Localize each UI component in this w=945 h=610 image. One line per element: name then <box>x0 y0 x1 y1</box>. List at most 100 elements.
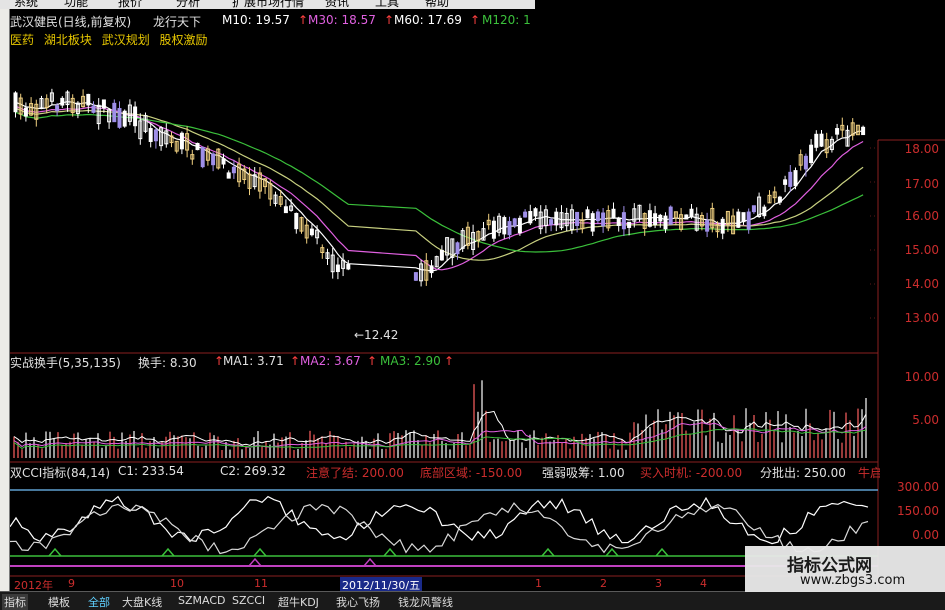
arrow-icon: ↑ <box>384 13 395 27</box>
candle-body <box>783 179 788 185</box>
tab-indicator[interactable]: 指标 <box>2 594 28 610</box>
candle-body <box>809 144 814 164</box>
menu-system[interactable]: 系统 <box>14 0 38 9</box>
candle-body <box>777 196 782 203</box>
turnover-ma2: MA2: 3.67 <box>300 354 361 368</box>
candle-body <box>55 105 60 112</box>
tab-index-kline[interactable]: 大盘K线 <box>122 594 162 610</box>
candle-body <box>751 205 756 213</box>
cci-signal-mark <box>48 547 62 557</box>
candle-body <box>112 102 117 123</box>
concept-tag[interactable]: 医药 <box>10 33 34 47</box>
concept-tag[interactable]: 武汉规划 <box>102 33 150 47</box>
candle-body <box>413 272 418 281</box>
candle-body <box>226 172 231 179</box>
candle-body <box>601 212 606 227</box>
tab-szmacd[interactable]: SZMACD <box>178 594 226 607</box>
menu-help[interactable]: 帮助 <box>425 0 449 9</box>
candle-body <box>705 220 710 232</box>
candle-body <box>523 211 528 218</box>
tab-szcci[interactable]: SZCCI <box>232 594 265 607</box>
stock-chart-canvas[interactable] <box>10 0 945 600</box>
candle-body <box>491 220 496 239</box>
candle-body <box>86 93 91 106</box>
concept-tag[interactable]: 湖北板块 <box>44 33 92 47</box>
cci-c1: C1: 233.54 <box>118 464 184 478</box>
arrow-icon: ↑ <box>290 354 301 368</box>
cci-signal-mark <box>383 547 397 557</box>
site-watermark: 指标公式网 www.zbgs3.com <box>745 546 945 592</box>
price-tick: 17.00 <box>904 177 939 191</box>
candle-body <box>455 242 460 255</box>
arrow-icon: ↑ <box>444 354 455 368</box>
candle-body <box>528 211 533 224</box>
cci-note-start: 牛启动 <box>858 466 880 480</box>
cci-title[interactable]: 双CCI指标(84,14) <box>10 464 110 481</box>
turnover-ma3: MA3: 2.90 <box>380 354 441 368</box>
concept-tags: 医药 湖北板块 武汉规划 股权激励 <box>10 31 214 48</box>
candle-body <box>595 211 600 222</box>
candle-body <box>684 214 689 220</box>
candle-body <box>60 97 65 106</box>
candle-body <box>689 208 694 218</box>
candle-body <box>13 92 18 113</box>
candle-body <box>803 155 808 170</box>
low-price-label: ←12.42 <box>354 328 399 342</box>
candle-body <box>221 158 226 165</box>
stock-title: 武汉健民(日线,前复权) <box>10 15 132 29</box>
indicator-tab-bar: 指标 模板 全部 大盘K线 SZMACD SZCCI 超牛KDJ 我心飞扬 钱龙… <box>0 591 945 610</box>
arrow-icon: ↑ <box>470 13 481 27</box>
ma10-value: M10: 19.57 <box>222 13 290 27</box>
menu-function[interactable]: 功能 <box>64 0 88 9</box>
candle-body <box>200 147 205 168</box>
candle-body <box>611 208 616 219</box>
menu-ext-market[interactable]: 扩展市场行情 <box>232 0 304 9</box>
turnover-title[interactable]: 实战换手(5,35,135) <box>10 354 121 371</box>
menu-quote[interactable]: 报价 <box>118 0 142 9</box>
menu-news[interactable]: 资讯 <box>325 0 349 9</box>
candle-body <box>647 210 652 227</box>
watermark-url: www.zbgs3.com <box>800 573 906 588</box>
menu-tools[interactable]: 工具 <box>375 0 399 9</box>
cci-c2: C2: 269.32 <box>220 464 286 478</box>
candle-body <box>658 214 663 222</box>
candle-body <box>507 221 512 236</box>
candle-body <box>133 106 138 127</box>
price-tick: 16.00 <box>904 209 939 223</box>
price-tick: 13.00 <box>904 311 939 325</box>
menu-analysis[interactable]: 分析 <box>176 0 200 9</box>
ma120-value: M120: 1 <box>482 13 531 27</box>
ma60-value: M60: 17.69 <box>394 13 462 27</box>
tab-qlfjx[interactable]: 钱龙风警线 <box>398 594 453 610</box>
candle-body <box>762 206 767 217</box>
concept-tag[interactable]: 股权激励 <box>160 33 208 47</box>
candle-body <box>91 105 96 113</box>
date-label: 10 <box>170 577 184 590</box>
candle-body <box>653 213 658 225</box>
cci-note-buy: 买入时机: -200.00 <box>640 466 743 480</box>
price-tick: 14.00 <box>904 277 939 291</box>
cci-signal-mark <box>363 557 377 567</box>
tab-super-kdj[interactable]: 超牛KDJ <box>278 594 319 610</box>
date-label: 3 <box>655 577 662 590</box>
cci-header: 双CCI指标(84,14) C1: 233.54 C2: 269.32 注意了结… <box>10 464 880 481</box>
price-tick: 18.00 <box>904 142 939 156</box>
ma60-line <box>15 107 864 261</box>
candle-body <box>429 265 434 274</box>
turnover-tick: 5.00 <box>912 413 939 427</box>
tab-wxfy[interactable]: 我心飞扬 <box>336 594 380 610</box>
candle-body <box>335 264 340 273</box>
candle-body <box>211 153 216 166</box>
tab-template[interactable]: 模板 <box>48 594 70 610</box>
candle-body <box>819 133 824 147</box>
candle-body <box>663 215 668 230</box>
cci-note-sell: 分批出: 250.00 <box>760 466 846 480</box>
ma30-line <box>15 105 864 271</box>
tab-all[interactable]: 全部 <box>88 594 110 610</box>
date-label: 4 <box>700 577 707 590</box>
candle-body <box>512 218 517 226</box>
cci-c1-line <box>10 495 869 545</box>
candle-body <box>153 129 158 142</box>
candle-body <box>590 213 595 232</box>
window-left-border <box>0 0 10 609</box>
